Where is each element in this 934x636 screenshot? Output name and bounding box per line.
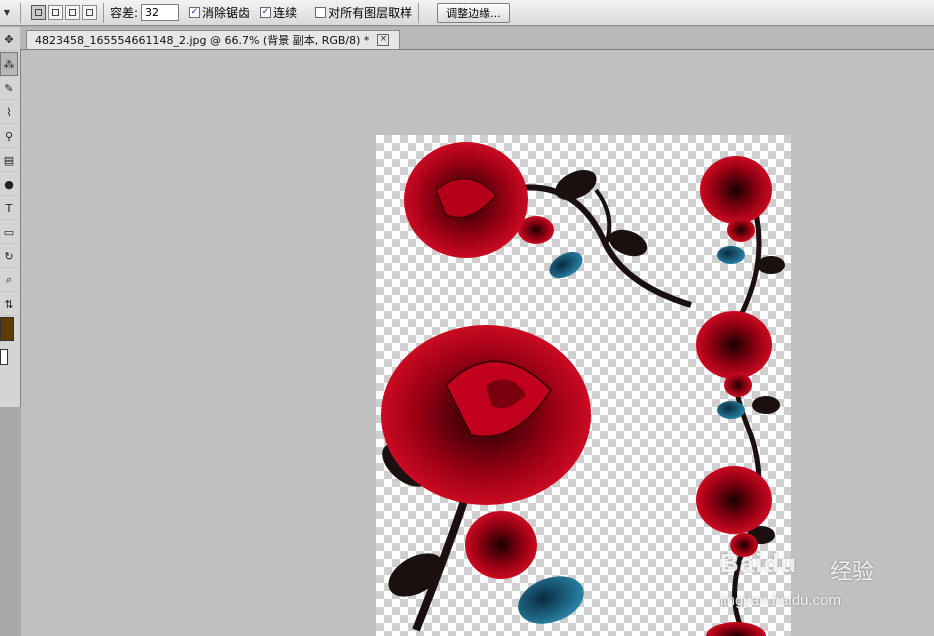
rose xyxy=(696,466,772,534)
clone-stamp-icon[interactable]: ⚲ xyxy=(0,125,18,148)
leaf xyxy=(757,256,785,274)
separator xyxy=(418,2,420,23)
watermark-logo: Baidu xyxy=(720,548,798,578)
contiguous-check-icon[interactable]: ✓ xyxy=(260,7,272,18)
tolerance-label: 容差: xyxy=(110,6,139,20)
zoom-icon[interactable]: ⌕ xyxy=(0,269,18,292)
antialias-check-icon[interactable]: ✓ xyxy=(189,7,201,18)
toolbox: ✥ ⁂ ✎ ⌇ ⚲ ▤ ● T ▭ ↻ ⌕ ⇅ xyxy=(0,27,21,407)
tool-preset-dropdown-icon[interactable]: ▼ xyxy=(0,8,14,17)
rose-bud xyxy=(465,511,537,579)
subtract-from-selection-icon[interactable] xyxy=(65,5,80,20)
leaf xyxy=(717,246,745,264)
options-bar: ▼ 容差: ✓ 消除锯齿 ✓ 连续 对所有图层取样 调整边缘... xyxy=(0,0,934,26)
antialias-checkbox[interactable]: ✓ 消除锯齿 xyxy=(189,4,250,21)
eyedropper-icon[interactable]: ✎ xyxy=(0,77,18,100)
intersect-selection-icon[interactable] xyxy=(82,5,97,20)
separator xyxy=(20,2,21,23)
separator xyxy=(103,2,104,23)
vine-stem xyxy=(505,184,692,308)
foreground-color-swatch[interactable] xyxy=(0,317,14,341)
leaf xyxy=(388,553,444,597)
watermark-suffix: 经验 xyxy=(830,560,875,585)
3d-rotate-icon[interactable]: ↻ xyxy=(0,245,18,268)
background-color-swatch[interactable] xyxy=(0,349,8,365)
shape-icon[interactable]: ▭ xyxy=(0,221,18,244)
gradient-icon[interactable]: ▤ xyxy=(0,149,18,172)
selection-mode-group xyxy=(31,5,97,20)
refine-edge-button[interactable]: 调整边缘... xyxy=(437,2,510,23)
document-tab-strip: 4823458_165554661148_2.jpg @ 66.7% (背景 副… xyxy=(20,27,934,50)
swap-colors-icon[interactable]: ⇅ xyxy=(0,293,18,316)
move-icon[interactable]: ✥ xyxy=(0,28,18,51)
document-tab[interactable]: 4823458_165554661148_2.jpg @ 66.7% (背景 副… xyxy=(26,30,400,49)
magic-wand-icon[interactable]: ⁂ xyxy=(0,52,18,76)
rose-bud xyxy=(724,373,752,397)
watermark-url: jingyan.baidu.com xyxy=(720,592,841,609)
leaf xyxy=(549,251,583,279)
contiguous-checkbox[interactable]: ✓ 连续 xyxy=(260,4,297,21)
document-title: 4823458_165554661148_2.jpg @ 66.7% (背景 副… xyxy=(35,34,370,47)
rose xyxy=(706,622,766,636)
brush-icon[interactable]: ⌇ xyxy=(0,101,18,124)
contiguous-label: 连续 xyxy=(273,6,298,20)
type-icon[interactable]: T xyxy=(0,197,18,220)
dodge-icon[interactable]: ● xyxy=(0,173,18,196)
tolerance-input[interactable] xyxy=(141,4,180,21)
rose-bud xyxy=(727,218,755,242)
sample-all-layers-label: 对所有图层取样 xyxy=(328,6,413,20)
sample-all-layers-check-icon[interactable] xyxy=(315,7,327,18)
baidu-watermark: Baidu 经验 jingyan.baidu.com xyxy=(700,530,920,620)
rose xyxy=(696,311,772,379)
rose xyxy=(700,156,772,224)
sample-all-layers-checkbox[interactable]: 对所有图层取样 xyxy=(315,4,412,21)
close-icon[interactable]: × xyxy=(377,34,390,46)
leaf xyxy=(717,401,745,419)
antialias-label: 消除锯齿 xyxy=(202,6,251,20)
new-selection-icon[interactable] xyxy=(31,5,46,20)
leaf xyxy=(752,396,780,414)
add-to-selection-icon[interactable] xyxy=(48,5,63,20)
leaf xyxy=(518,576,584,624)
